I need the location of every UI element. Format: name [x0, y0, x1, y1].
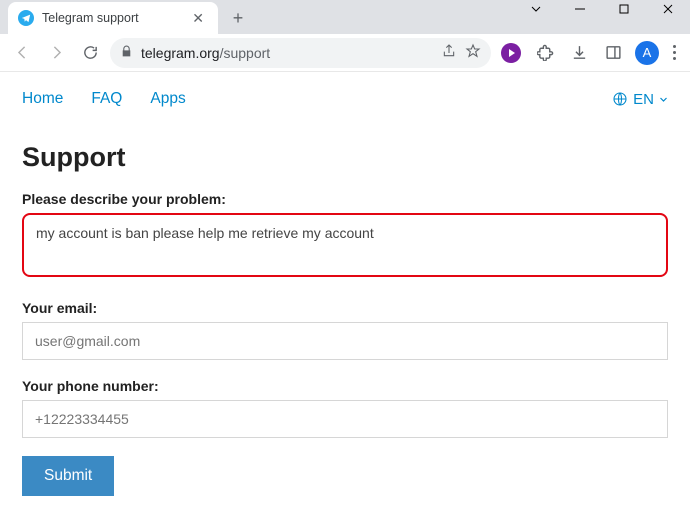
menu-kebab-icon[interactable]: [667, 45, 682, 60]
downloads-icon[interactable]: [565, 39, 593, 67]
language-selector[interactable]: EN: [612, 91, 668, 108]
back-icon[interactable]: [8, 39, 36, 67]
star-icon[interactable]: [465, 43, 481, 62]
nav-home[interactable]: Home: [22, 90, 63, 108]
window-dropdown-icon[interactable]: [514, 0, 558, 24]
problem-label: Please describe your problem:: [22, 191, 668, 207]
nav-apps[interactable]: Apps: [150, 90, 185, 108]
globe-icon: [612, 91, 628, 107]
browser-tabstrip: Telegram support ✕ +: [0, 0, 690, 34]
lock-icon: [120, 45, 133, 61]
page-viewport: Home FAQ Apps EN Support Please describe…: [0, 72, 690, 506]
window-controls: [514, 0, 690, 24]
extension-play-icon[interactable]: [497, 39, 525, 67]
panel-icon[interactable]: [599, 39, 627, 67]
email-input[interactable]: [22, 322, 668, 360]
window-minimize-icon[interactable]: [558, 0, 602, 24]
phone-input[interactable]: [22, 400, 668, 438]
tab-close-icon[interactable]: ✕: [188, 10, 208, 27]
window-maximize-icon[interactable]: [602, 0, 646, 24]
browser-toolbar: telegram.org/support A: [0, 34, 690, 72]
share-icon[interactable]: [441, 43, 457, 62]
forward-icon[interactable]: [42, 39, 70, 67]
nav-faq[interactable]: FAQ: [91, 90, 122, 108]
page-heading: Support: [22, 142, 668, 173]
chevron-down-icon: [659, 95, 668, 104]
browser-tab[interactable]: Telegram support ✕: [8, 2, 218, 34]
url-text: telegram.org/support: [141, 45, 433, 61]
problem-textarea[interactable]: [22, 213, 668, 277]
telegram-favicon-icon: [18, 10, 34, 26]
language-label: EN: [633, 91, 654, 108]
new-tab-button[interactable]: +: [224, 4, 252, 32]
tab-title: Telegram support: [42, 11, 139, 25]
extensions-puzzle-icon[interactable]: [531, 39, 559, 67]
phone-label: Your phone number:: [22, 378, 668, 394]
site-nav: Home FAQ Apps EN: [0, 72, 690, 122]
reload-icon[interactable]: [76, 39, 104, 67]
window-close-icon[interactable]: [646, 0, 690, 24]
email-label: Your email:: [22, 300, 668, 316]
profile-avatar[interactable]: A: [633, 39, 661, 67]
support-form: Support Please describe your problem: Yo…: [0, 122, 690, 506]
address-bar[interactable]: telegram.org/support: [110, 38, 491, 68]
submit-button[interactable]: Submit: [22, 456, 114, 496]
